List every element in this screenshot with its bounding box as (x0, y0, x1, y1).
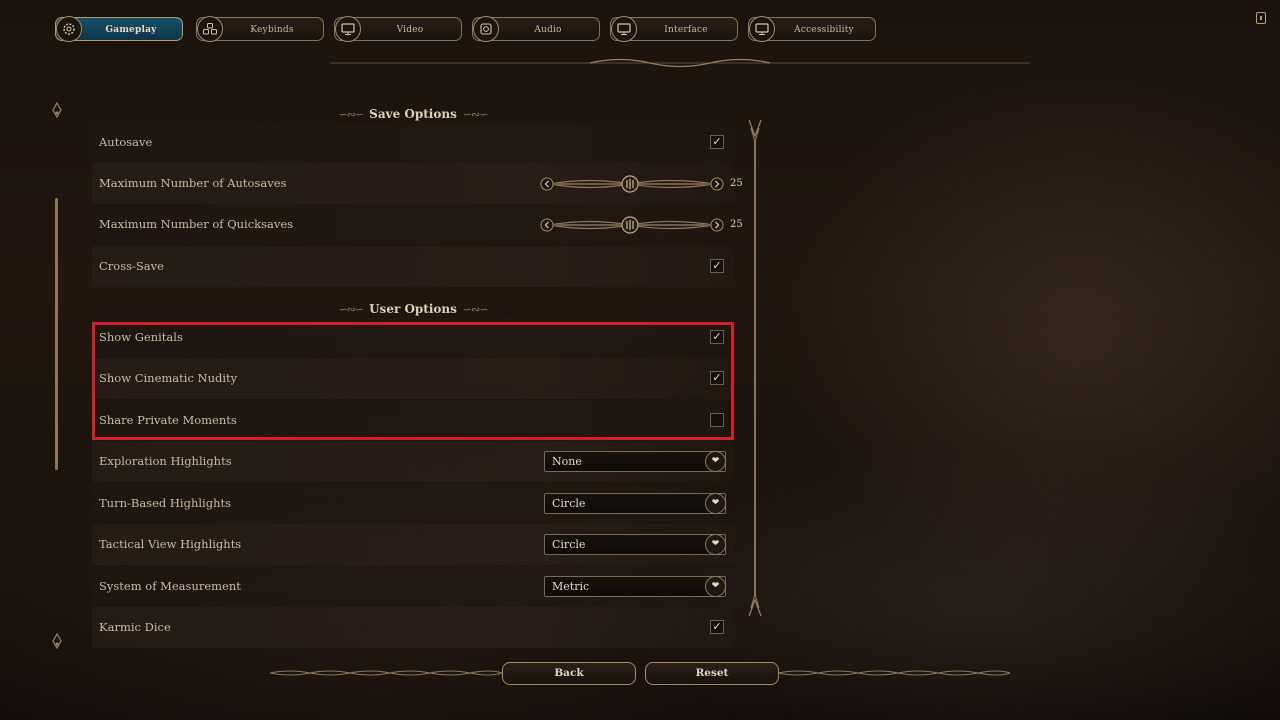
measurement-dropdown[interactable]: Metric ❤ (544, 576, 726, 597)
setting-label: System of Measurement (99, 579, 241, 593)
ornament-right-icon: ∽∾∽ (462, 303, 489, 316)
private-moments-checkbox[interactable] (710, 413, 724, 427)
tab-label: Video (396, 25, 424, 35)
bottom-ornament (270, 670, 1010, 676)
gear-icon (56, 16, 82, 42)
setting-row-measurement: System of Measurement Metric ❤ (92, 566, 734, 607)
section-progress-rail (55, 198, 58, 470)
autosave-checkbox[interactable]: ✓ (710, 135, 724, 149)
setting-label: Turn-Based Highlights (99, 496, 232, 510)
setting-label: Cross-Save (99, 259, 164, 273)
tab-keybinds[interactable]: Keybinds (196, 16, 324, 42)
slider-value: 25 (730, 219, 743, 230)
scroll-up-marker-icon (52, 101, 62, 119)
chevron-down-icon: ❤ (705, 493, 726, 514)
scroll-down-marker-icon (52, 632, 62, 650)
setting-row-max-quicksaves: Maximum Number of Quicksaves 25 (92, 204, 743, 245)
setting-row-karmic-dice: Karmic Dice ✓ (92, 607, 734, 648)
setting-row-turnbased-highlights: Turn-Based Highlights Circle ❤ (92, 483, 734, 524)
setting-label: Maximum Number of Autosaves (99, 176, 287, 190)
section-title: Save Options (369, 107, 457, 121)
tab-label: Gameplay (105, 25, 157, 35)
setting-label: Tactical View Highlights (99, 537, 242, 551)
tab-video[interactable]: Video (334, 16, 462, 42)
slider-track (540, 216, 724, 234)
setting-label: Show Cinematic Nudity (99, 371, 238, 385)
tab-audio[interactable]: Audio (472, 16, 600, 42)
setting-label: Maximum Number of Quicksaves (99, 217, 294, 231)
setting-row-cross-save: Cross-Save ✓ (92, 246, 734, 287)
dropdown-value: Metric (552, 580, 590, 593)
chevron-down-icon: ❤ (705, 451, 726, 472)
dropdown-value: Circle (552, 497, 586, 510)
cross-save-checkbox[interactable]: ✓ (710, 259, 724, 273)
setting-row-cinematic-nudity: Show Cinematic Nudity ✓ (92, 358, 734, 399)
tab-label: Keybinds (250, 25, 294, 35)
monitor-icon (335, 16, 361, 42)
setting-row-autosave: Autosave ✓ (92, 122, 734, 163)
max-autosaves-slider[interactable]: 25 (540, 175, 743, 193)
chevron-down-icon: ❤ (705, 534, 726, 555)
dropdown-value: Circle (552, 538, 586, 551)
setting-row-show-genitals: Show Genitals ✓ (92, 317, 734, 358)
tab-label: Interface (664, 25, 708, 35)
ornament-right-icon: ∽∾∽ (462, 108, 489, 121)
section-title: User Options (369, 302, 457, 316)
exploration-highlights-dropdown[interactable]: None ❤ (544, 451, 726, 472)
setting-row-tactical-highlights: Tactical View Highlights Circle ❤ (92, 524, 734, 565)
setting-label: Show Genitals (99, 330, 183, 344)
chevron-down-icon: ❤ (705, 576, 726, 597)
setting-label: Karmic Dice (99, 620, 171, 634)
tab-accessibility[interactable]: Accessibility (748, 16, 876, 42)
setting-row-max-autosaves: Maximum Number of Autosaves 25 (92, 163, 743, 204)
setting-label: Autosave (99, 135, 153, 149)
monitor-icon (611, 16, 637, 42)
slider-track (540, 175, 724, 193)
dropdown-value: None (552, 455, 582, 468)
back-button[interactable]: Back (502, 662, 636, 685)
setting-row-private-moments: Share Private Moments (92, 400, 734, 441)
settings-scrollbar[interactable] (746, 118, 764, 618)
setting-row-exploration-highlights: Exploration Highlights None ❤ (92, 441, 734, 482)
slider-value: 25 (730, 178, 743, 189)
reset-button[interactable]: Reset (645, 662, 779, 685)
tab-gameplay[interactable]: Gameplay (55, 16, 183, 42)
scrollbar-ornament (748, 119, 762, 617)
max-quicksaves-slider[interactable]: 25 (540, 216, 743, 234)
speaker-icon (473, 16, 499, 42)
ornament-divider (330, 58, 1030, 68)
show-genitals-checkbox[interactable]: ✓ (710, 330, 724, 344)
monitor-icon (749, 16, 775, 42)
exit-icon[interactable] (1256, 12, 1266, 24)
ornament-left-icon: ∽∾∽ (338, 108, 365, 121)
cinematic-nudity-checkbox[interactable]: ✓ (710, 371, 724, 385)
tactical-highlights-dropdown[interactable]: Circle ❤ (544, 534, 726, 555)
turnbased-highlights-dropdown[interactable]: Circle ❤ (544, 493, 726, 514)
tab-interface[interactable]: Interface (610, 16, 738, 42)
setting-label: Share Private Moments (99, 413, 237, 427)
ornament-left-icon: ∽∾∽ (338, 303, 364, 316)
karmic-dice-checkbox[interactable]: ✓ (710, 620, 724, 634)
tab-label: Audio (534, 25, 562, 35)
keys-icon (197, 16, 223, 42)
tab-label: Accessibility (794, 25, 854, 35)
setting-label: Exploration Highlights (99, 454, 232, 468)
